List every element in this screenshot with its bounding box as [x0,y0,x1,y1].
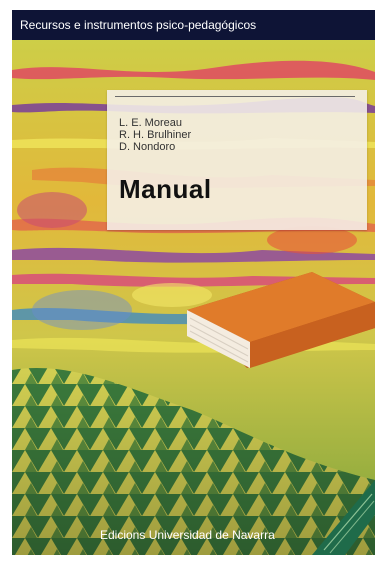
subtitle-line [115,96,355,97]
author-name: L. E. Moreau [119,117,182,129]
publisher-name: Edicions Universidad de Navarra [100,528,275,542]
book-cover: Recursos e instrumentos psico-pedagógico… [12,10,375,555]
author-name: R. H. Brulhiner [119,129,192,141]
book-title: Manual [119,174,212,204]
series-title-bar: Recursos e instrumentos psico-pedagógico… [12,10,375,40]
author-name: D. Nondoro [119,141,176,153]
image-frame: Recursos e instrumentos psico-pedagógico… [0,0,387,563]
author-list: L. E. Moreau R. H. Brulhiner D. Nondoro [119,117,191,153]
title-panel: L. E. Moreau R. H. Brulhiner D. Nondoro … [107,90,367,230]
